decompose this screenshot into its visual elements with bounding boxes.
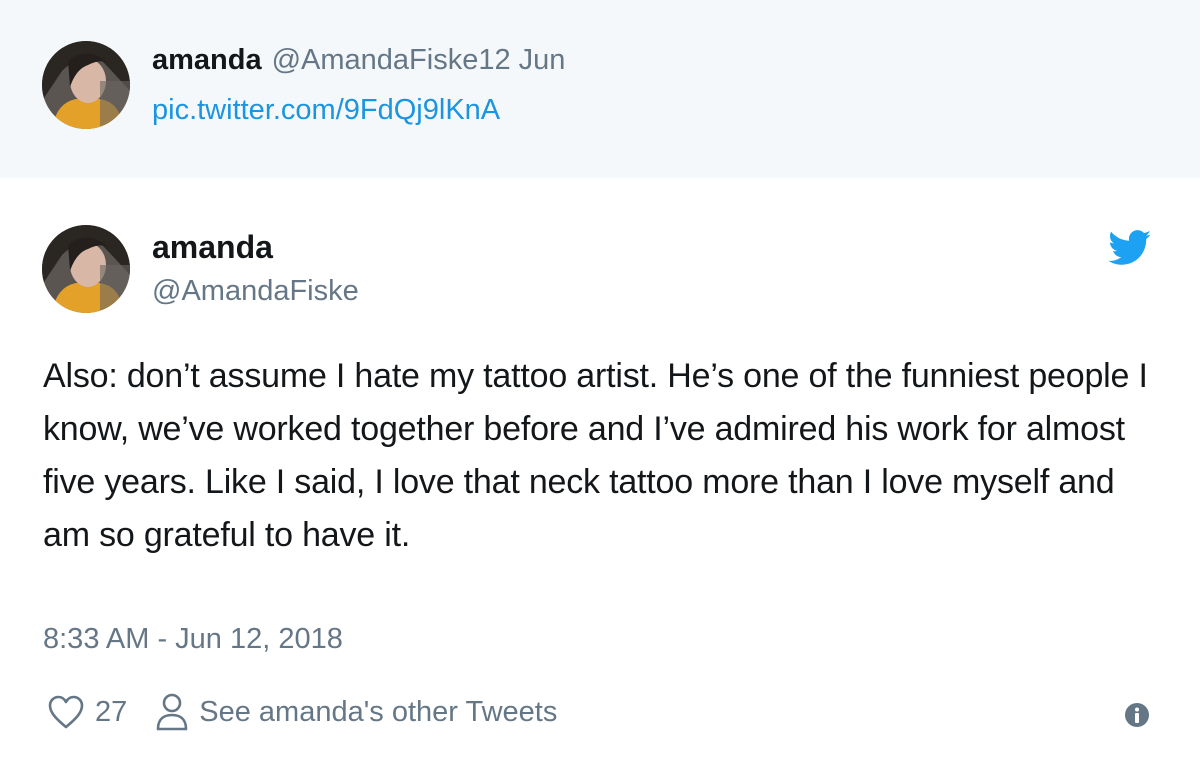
quoted-tweet-date[interactable]: 12 Jun xyxy=(478,44,565,76)
author-handle[interactable]: @AmandaFiske xyxy=(152,275,359,308)
tweet-actions: 27 See amanda's other Tweets xyxy=(47,690,557,734)
author-name[interactable]: amanda xyxy=(152,229,273,266)
quoted-author-name[interactable]: amanda xyxy=(152,44,262,76)
quoted-tweet-header: amanda @AmandaFiske12 Jun xyxy=(152,44,565,77)
twitter-bird-icon[interactable] xyxy=(1108,230,1152,266)
info-icon[interactable] xyxy=(1124,702,1150,728)
quoted-author-handle[interactable]: @AmandaFiske xyxy=(272,44,479,76)
quoted-tweet-media-link[interactable]: pic.twitter.com/9FdQj9lKnA xyxy=(152,94,500,127)
author-avatar[interactable] xyxy=(42,225,130,313)
person-icon[interactable] xyxy=(155,692,189,732)
quoted-tweet-avatar[interactable] xyxy=(42,41,130,129)
heart-icon[interactable] xyxy=(47,694,85,730)
like-count[interactable]: 27 xyxy=(95,696,127,729)
see-other-tweets-link[interactable]: See amanda's other Tweets xyxy=(199,696,557,729)
tweet-text: Also: don’t assume I hate my tattoo arti… xyxy=(43,357,1148,554)
tweet-timestamp[interactable]: 8:33 AM - Jun 12, 2018 xyxy=(43,623,343,656)
quoted-tweet[interactable]: amanda @AmandaFiske12 Jun pic.twitter.com… xyxy=(0,0,1200,178)
